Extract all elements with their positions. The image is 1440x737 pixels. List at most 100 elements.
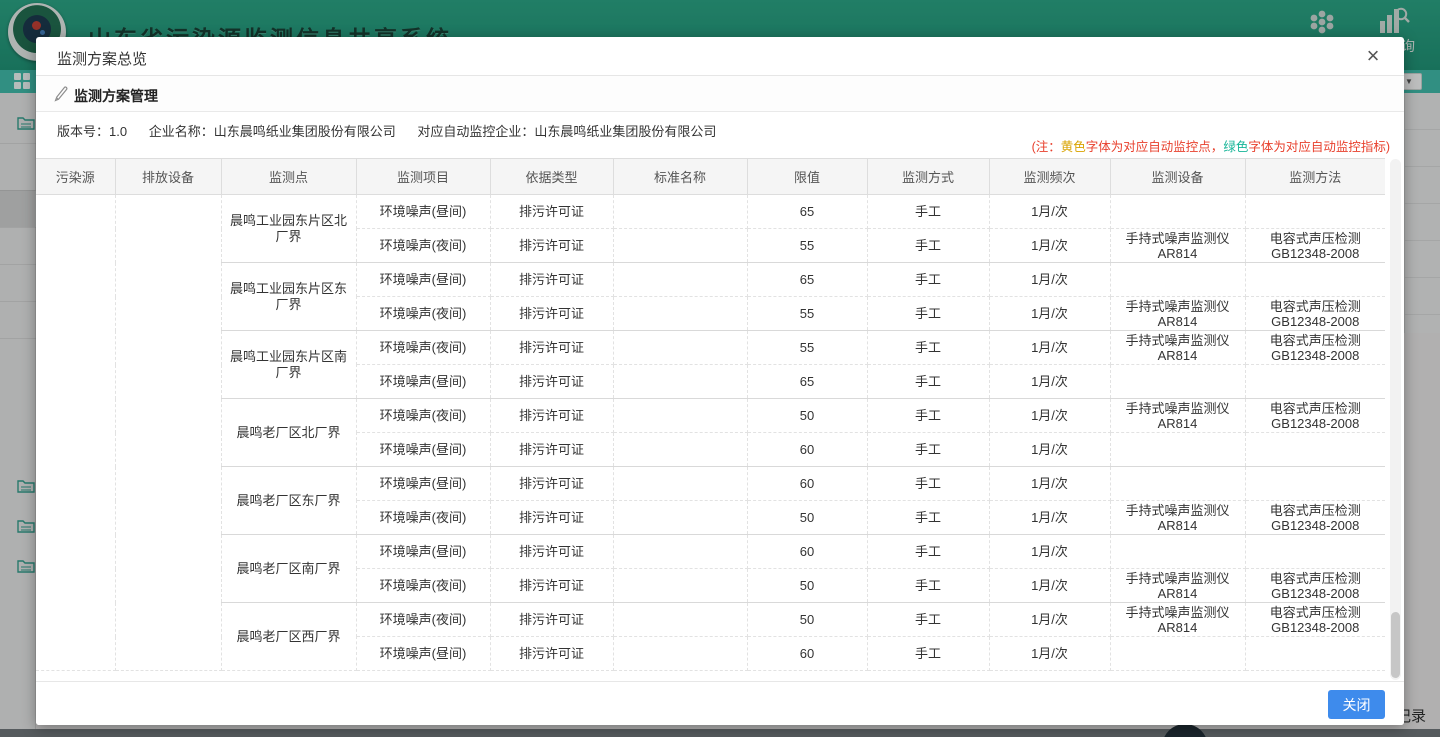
frequency-cell: 1月/次: [989, 399, 1110, 433]
basis-type-cell: 排污许可证: [490, 535, 613, 569]
equipment-cell: [1110, 535, 1245, 569]
standard-name-cell: [613, 467, 747, 501]
standard-name-cell: [613, 399, 747, 433]
method-cell: 电容式声压检测GB12348-2008: [1245, 331, 1385, 365]
close-icon[interactable]: ×: [1360, 43, 1386, 69]
note-red-text: 字体为对应自动监控指标): [1248, 140, 1390, 154]
monitoring-mode-cell: 手工: [867, 365, 989, 399]
column-header: 污染源: [36, 159, 115, 195]
frequency-cell: 1月/次: [989, 433, 1110, 467]
table-header-row: 污染源排放设备监测点监测项目依据类型标准名称限值监测方式监测频次监测设备监测方法: [36, 159, 1385, 195]
modal-footer: 关闭: [36, 681, 1404, 725]
equipment-cell: 手持式噪声监测仪AR814: [1110, 331, 1245, 365]
limit-value-cell: 50: [747, 399, 867, 433]
basis-type-cell: 排污许可证: [490, 399, 613, 433]
limit-value-cell: 50: [747, 501, 867, 535]
limit-value-cell: 60: [747, 467, 867, 501]
table-row: 晨鸣老厂区北厂界环境噪声(夜间)排污许可证50手工1月/次手持式噪声监测仪AR8…: [36, 399, 1385, 433]
scrollbar-thumb[interactable]: [1391, 612, 1400, 678]
equipment-cell: 手持式噪声监测仪AR814: [1110, 569, 1245, 603]
method-cell: 电容式声压检测GB12348-2008: [1245, 229, 1385, 263]
equipment-cell: [1110, 195, 1245, 229]
method-cell: 电容式声压检测GB12348-2008: [1245, 399, 1385, 433]
column-header: 监测方式: [867, 159, 989, 195]
note-yellow-word: 黄色: [1061, 140, 1086, 154]
auto-company-label: 对应自动监控企业：: [417, 124, 534, 139]
column-header: 限值: [747, 159, 867, 195]
frequency-cell: 1月/次: [989, 603, 1110, 637]
emission-device-cell: [115, 195, 221, 671]
monitoring-item-cell: 环境噪声(夜间): [356, 399, 490, 433]
note-red-text: (注：: [1032, 140, 1061, 154]
frequency-cell: 1月/次: [989, 229, 1110, 263]
column-header: 监测点: [221, 159, 356, 195]
monitoring-plan-modal: 监测方案总览 × 监测方案管理 版本号：1.0 企业名称：山东晨鸣纸业集团股份有…: [36, 37, 1404, 725]
standard-name-cell: [613, 297, 747, 331]
monitoring-table: 污染源排放设备监测点监测项目依据类型标准名称限值监测方式监测频次监测设备监测方法…: [36, 158, 1385, 671]
basis-type-cell: 排污许可证: [490, 603, 613, 637]
column-header: 依据类型: [490, 159, 613, 195]
basis-type-cell: 排污许可证: [490, 331, 613, 365]
frequency-cell: 1月/次: [989, 535, 1110, 569]
standard-name-cell: [613, 501, 747, 535]
standard-name-cell: [613, 195, 747, 229]
limit-value-cell: 55: [747, 229, 867, 263]
note-red-text: 字体为对应自动监控点，: [1086, 140, 1224, 154]
monitoring-item-cell: 环境噪声(夜间): [356, 569, 490, 603]
limit-value-cell: 50: [747, 603, 867, 637]
monitoring-item-cell: 环境噪声(夜间): [356, 501, 490, 535]
plan-info: 版本号：1.0 企业名称：山东晨鸣纸业集团股份有限公司 对应自动监控企业：山东晨…: [57, 121, 716, 140]
monitoring-item-cell: 环境噪声(昼间): [356, 433, 490, 467]
table-row: 晨鸣工业园东片区北厂界环境噪声(昼间)排污许可证65手工1月/次: [36, 195, 1385, 229]
equipment-cell: 手持式噪声监测仪AR814: [1110, 229, 1245, 263]
method-cell: 电容式声压检测GB12348-2008: [1245, 569, 1385, 603]
modal-title: 监测方案总览: [57, 48, 147, 69]
monitoring-mode-cell: 手工: [867, 501, 989, 535]
monitoring-mode-cell: 手工: [867, 569, 989, 603]
limit-value-cell: 65: [747, 263, 867, 297]
monitoring-mode-cell: 手工: [867, 535, 989, 569]
monitoring-item-cell: 环境噪声(昼间): [356, 535, 490, 569]
equipment-cell: [1110, 263, 1245, 297]
method-cell: [1245, 195, 1385, 229]
limit-value-cell: 55: [747, 331, 867, 365]
standard-name-cell: [613, 603, 747, 637]
frequency-cell: 1月/次: [989, 195, 1110, 229]
basis-type-cell: 排污许可证: [490, 365, 613, 399]
method-cell: [1245, 637, 1385, 671]
method-cell: 电容式声压检测GB12348-2008: [1245, 501, 1385, 535]
modal-titlebar: 监测方案总览 ×: [36, 37, 1404, 76]
table-row: 晨鸣老厂区西厂界环境噪声(夜间)排污许可证50手工1月/次手持式噪声监测仪AR8…: [36, 603, 1385, 637]
monitoring-mode-cell: 手工: [867, 603, 989, 637]
standard-name-cell: [613, 569, 747, 603]
basis-type-cell: 排污许可证: [490, 501, 613, 535]
monitoring-item-cell: 环境噪声(昼间): [356, 263, 490, 297]
basis-type-cell: 排污许可证: [490, 195, 613, 229]
section-title: 监测方案管理: [74, 86, 158, 106]
equipment-cell: [1110, 433, 1245, 467]
monitoring-mode-cell: 手工: [867, 433, 989, 467]
frequency-cell: 1月/次: [989, 569, 1110, 603]
method-cell: 电容式声压检测GB12348-2008: [1245, 297, 1385, 331]
close-button[interactable]: 关闭: [1328, 690, 1385, 719]
monitoring-mode-cell: 手工: [867, 331, 989, 365]
equipment-cell: 手持式噪声监测仪AR814: [1110, 603, 1245, 637]
pen-icon: [53, 84, 70, 102]
monitoring-item-cell: 环境噪声(夜间): [356, 331, 490, 365]
column-header: 监测设备: [1110, 159, 1245, 195]
column-header: 监测项目: [356, 159, 490, 195]
standard-name-cell: [613, 535, 747, 569]
monitoring-mode-cell: 手工: [867, 229, 989, 263]
monitoring-table-wrap: 污染源排放设备监测点监测项目依据类型标准名称限值监测方式监测频次监测设备监测方法…: [36, 158, 1392, 680]
column-header: 监测方法: [1245, 159, 1385, 195]
monitoring-point-cell: 晨鸣工业园东片区南厂界: [221, 331, 356, 399]
monitoring-item-cell: 环境噪声(夜间): [356, 603, 490, 637]
equipment-cell: 手持式噪声监测仪AR814: [1110, 297, 1245, 331]
column-header: 监测频次: [989, 159, 1110, 195]
monitoring-point-cell: 晨鸣老厂区北厂界: [221, 399, 356, 467]
standard-name-cell: [613, 433, 747, 467]
equipment-cell: [1110, 365, 1245, 399]
basis-type-cell: 排污许可证: [490, 263, 613, 297]
monitoring-point-cell: 晨鸣工业园东片区北厂界: [221, 195, 356, 263]
version-value: 1.0: [109, 124, 127, 139]
